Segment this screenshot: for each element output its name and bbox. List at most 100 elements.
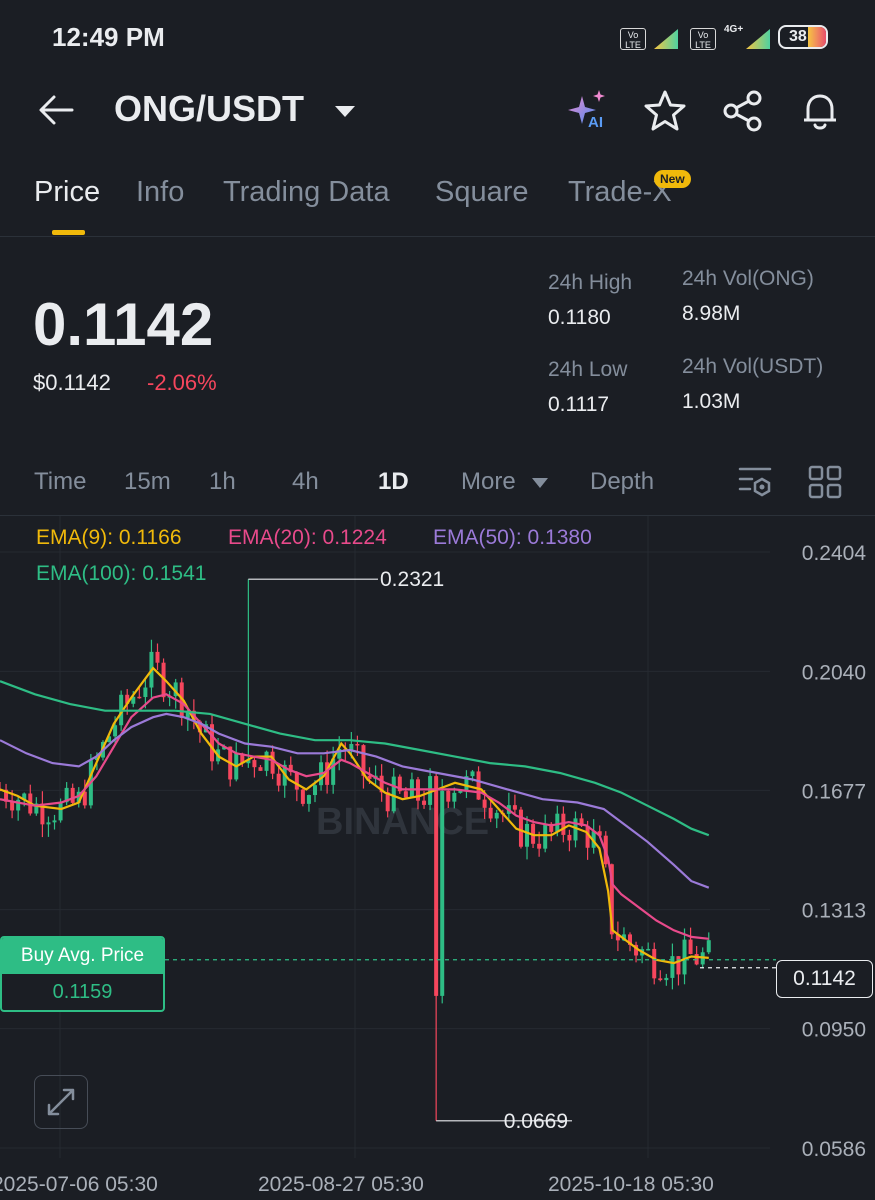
candle-body — [567, 834, 572, 841]
x-tick-label: 2025-10-18 05:30 — [548, 1173, 714, 1196]
more-caret-icon[interactable] — [531, 476, 549, 494]
network-4g-label: 4G+ — [724, 24, 744, 35]
candle-body — [452, 792, 457, 802]
candle-body — [652, 948, 657, 979]
candle-body — [391, 776, 396, 812]
high-marker-label: 0.2321 — [380, 568, 444, 591]
candle-body — [512, 805, 517, 810]
candle-body — [676, 956, 681, 975]
ema20-legend: EMA(20): 0.1224 — [228, 526, 387, 549]
interval-time[interactable]: Time — [34, 468, 86, 496]
back-arrow-icon[interactable] — [36, 88, 76, 132]
star-icon[interactable] — [642, 88, 688, 134]
candle-body — [446, 790, 451, 802]
candle-body — [646, 948, 651, 951]
markers: 0.2321 0.0669 — [165, 568, 776, 1133]
tab-info[interactable]: Info — [136, 176, 184, 209]
candle-body — [10, 801, 15, 811]
tab-price[interactable]: Price — [34, 176, 100, 209]
interval-4h[interactable]: 4h — [292, 468, 319, 496]
candle-body — [300, 789, 305, 804]
x-tick-label: 2025-07-06 05:30 — [0, 1173, 158, 1196]
volte-badge: Vo LTE — [620, 28, 646, 50]
candle-body — [664, 977, 669, 981]
interval-15m[interactable]: 15m — [124, 468, 171, 496]
candle-body — [113, 725, 118, 737]
new-badge: New — [654, 170, 691, 188]
candle-body — [252, 760, 257, 768]
high-value: 0.1180 — [548, 306, 611, 329]
candle-body — [264, 751, 269, 771]
x-axis: 2025-07-06 05:30 2025-08-27 05:30 2025-10-… — [0, 1173, 714, 1196]
candle-body — [682, 939, 687, 975]
vol-ong-label: 24h Vol(ONG) — [682, 267, 814, 290]
chevron-down-icon[interactable] — [334, 104, 356, 123]
divider — [0, 236, 875, 237]
candle-body — [367, 775, 372, 779]
low-label: 24h Low — [548, 358, 628, 381]
signal-icon-2 — [744, 27, 772, 56]
status-time: 12:49 PM — [52, 22, 165, 52]
y-tick-label: 0.2040 — [802, 661, 866, 684]
tab-trading-data[interactable]: Trading Data — [223, 176, 390, 209]
y-tick-label: 0.0950 — [802, 1019, 866, 1042]
expand-icon — [47, 1088, 75, 1116]
candle-body — [46, 822, 51, 825]
y-tick-label: 0.0586 — [802, 1138, 866, 1161]
candle-body — [155, 651, 160, 663]
ema50-legend: EMA(50): 0.1380 — [433, 526, 592, 549]
current-price-tag: 0.1142 — [776, 960, 873, 998]
y-tick-label: 0.1313 — [802, 900, 866, 923]
vol-usdt-label: 24h Vol(USDT) — [682, 355, 824, 378]
interval-depth[interactable]: Depth — [590, 468, 654, 496]
candle-body — [306, 795, 311, 804]
buy-avg-label: Buy Avg. Price — [2, 938, 163, 974]
candle-body — [494, 812, 499, 819]
active-tab-indicator — [52, 230, 85, 235]
buy-avg-value: 0.1159 — [52, 981, 113, 1003]
layout-grid-icon[interactable] — [808, 465, 842, 504]
candle-body — [276, 773, 281, 786]
expand-chart-button[interactable] — [34, 1075, 88, 1129]
candle-body — [518, 809, 523, 847]
ema100-legend: EMA(100): 0.1541 — [36, 562, 207, 585]
candle-body — [294, 772, 299, 790]
share-icon[interactable] — [720, 88, 766, 134]
chart-settings-icon[interactable] — [738, 465, 774, 504]
candle-body — [258, 767, 263, 771]
candle-body — [137, 696, 142, 699]
ema9-legend: EMA(9): 0.1166 — [36, 526, 182, 549]
last-price: 0.1142 — [33, 291, 214, 358]
candle-body — [525, 823, 530, 847]
interval-more[interactable]: More — [461, 468, 516, 496]
candle-body — [688, 939, 693, 955]
signal-icon — [652, 27, 680, 56]
candle-body — [440, 790, 445, 996]
pair-title[interactable]: ONG/USDT — [114, 88, 304, 130]
price-chart[interactable]: BINANCE 0.23210.0669 0.24040.20400.16770… — [0, 516, 875, 1200]
buy-avg-price-tag[interactable]: Buy Avg. Price 0.1159 — [0, 936, 165, 1012]
candle-body — [422, 800, 427, 805]
interval-1d[interactable]: 1D — [378, 468, 409, 496]
y-axis: 0.2404 0.2040 0.1677 0.1313 0.0950 0.0586 — [802, 542, 867, 1161]
watermark: BINANCE — [316, 801, 489, 843]
y-tick-label: 0.1677 — [802, 780, 866, 803]
candle-body — [482, 799, 487, 808]
ai-sparkle-icon[interactable]: AI — [566, 88, 612, 134]
candle-body — [270, 751, 275, 774]
candle-body — [70, 787, 75, 803]
candle-body — [470, 771, 475, 777]
candle-body — [658, 978, 663, 981]
price-change-percent: -2.06% — [147, 370, 217, 395]
ai-label: AI — [588, 114, 603, 131]
bell-icon[interactable] — [797, 88, 843, 134]
candle-body — [143, 687, 148, 698]
x-tick-label: 2025-08-27 05:30 — [258, 1173, 424, 1196]
tab-square[interactable]: Square — [435, 176, 529, 209]
y-tick-label: 0.2404 — [802, 542, 867, 565]
usd-price: $0.1142 — [33, 370, 111, 395]
high-label: 24h High — [548, 271, 633, 294]
interval-1h[interactable]: 1h — [209, 468, 236, 496]
candle-body — [488, 807, 493, 819]
vol-ong-value: 8.98M — [682, 302, 741, 325]
